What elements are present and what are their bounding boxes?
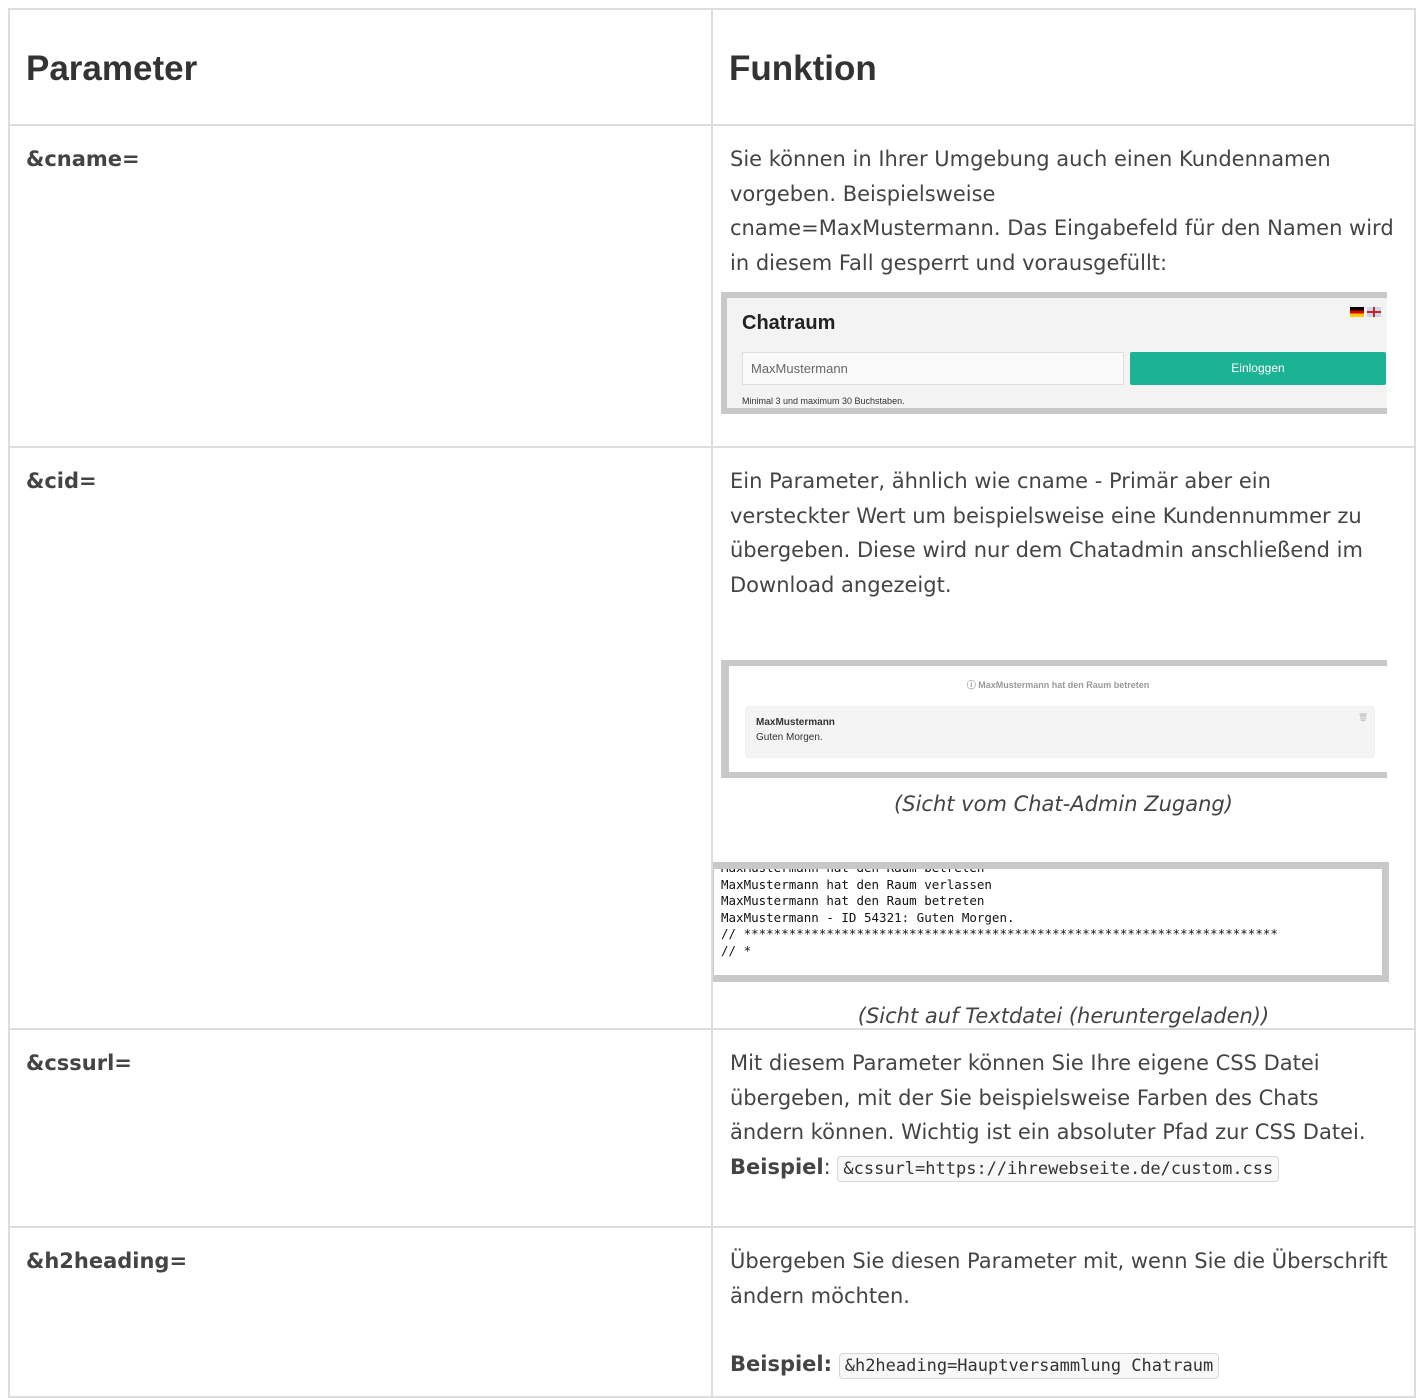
message-author: MaxMustermann — [756, 717, 835, 728]
param-cell: &cssurl= — [8, 1028, 713, 1228]
chat-admin-screenshot: ⓘ MaxMustermann hat den Raum betreten Ma… — [721, 660, 1387, 778]
table-row: &h2heading= Übergeben Sie diesen Paramet… — [8, 1226, 1416, 1398]
header-parameter: Parameter — [8, 8, 713, 126]
table-row: &cname= Sie können in Ihrer Umgebung auc… — [8, 124, 1416, 448]
parameter-table: Parameter Funktion &cname= Sie können in… — [8, 8, 1416, 1398]
caption-admin: (Sicht vom Chat-Admin Zugang) — [894, 792, 1233, 816]
param-description: Übergeben Sie diesen Parameter mit, wenn… — [714, 1229, 1413, 1384]
param-cell: &h2heading= — [8, 1226, 713, 1398]
desc-cell: Übergeben Sie diesen Parameter mit, wenn… — [711, 1226, 1416, 1398]
param-description: Sie können in Ihrer Umgebung auch einen … — [730, 147, 1394, 275]
table-row: &cssurl= Mit diesem Parameter können Sie… — [8, 1028, 1416, 1228]
desc-cell: Ein Parameter, ähnlich wie cname - Primä… — [711, 446, 1416, 1030]
chatraum-login-screenshot: Chatraum MaxMustermann Einloggen Minimal… — [721, 292, 1387, 414]
chatraum-title: Chatraum — [742, 312, 836, 334]
desc-cell: Sie können in Ihrer Umgebung auch einen … — [711, 124, 1416, 448]
param-description: Ein Parameter, ähnlich wie cname - Primä… — [730, 469, 1363, 597]
example-code: &cssurl=https://ihrewebseite.de/custom.c… — [837, 1155, 1280, 1182]
param-name: &cname= — [26, 147, 140, 171]
name-hint: Minimal 3 und maximum 30 Buchstaben. — [742, 396, 905, 406]
chat-message: MaxMustermann Guten Morgen. 🗑 — [745, 706, 1375, 758]
flag-uk-icon — [1367, 307, 1381, 317]
example-label: Beispiel — [730, 1154, 824, 1179]
param-name: &cssurl= — [26, 1051, 132, 1075]
header-function: Funktion — [711, 8, 1416, 126]
param-description: Mit diesem Parameter können Sie Ihre eig… — [714, 1031, 1413, 1186]
trash-icon: 🗑 — [1357, 713, 1368, 722]
table-header-row: Parameter Funktion — [8, 8, 1416, 126]
message-text: Guten Morgen. — [756, 732, 823, 743]
caption-textfile: (Sicht auf Textdatei (heruntergeladen)) — [857, 1004, 1270, 1028]
param-cell: &cname= — [8, 124, 713, 448]
param-cell: &cid= — [8, 446, 713, 1030]
flag-de-icon — [1350, 307, 1364, 317]
desc-cell: Mit diesem Parameter können Sie Ihre eig… — [711, 1028, 1416, 1228]
textfile-screenshot: MaxMustermann hat den Raum betreten MaxM… — [714, 862, 1389, 982]
example-code: &h2heading=Hauptversammlung Chatraum — [838, 1353, 1220, 1379]
info-icon: ⓘ — [966, 680, 979, 690]
language-flags — [1350, 307, 1381, 317]
name-field: MaxMustermann — [742, 352, 1124, 385]
join-notice: ⓘ MaxMustermann hat den Raum betreten — [966, 680, 1150, 690]
table-row: &cid= Ein Parameter, ähnlich wie cname -… — [8, 446, 1416, 1030]
param-name: &h2heading= — [26, 1249, 188, 1273]
textfile-content: MaxMustermann hat den Raum betreten MaxM… — [721, 862, 1278, 958]
param-name: &cid= — [26, 469, 97, 493]
login-button: Einloggen — [1130, 352, 1386, 385]
example-label: Beispiel: — [730, 1352, 833, 1376]
